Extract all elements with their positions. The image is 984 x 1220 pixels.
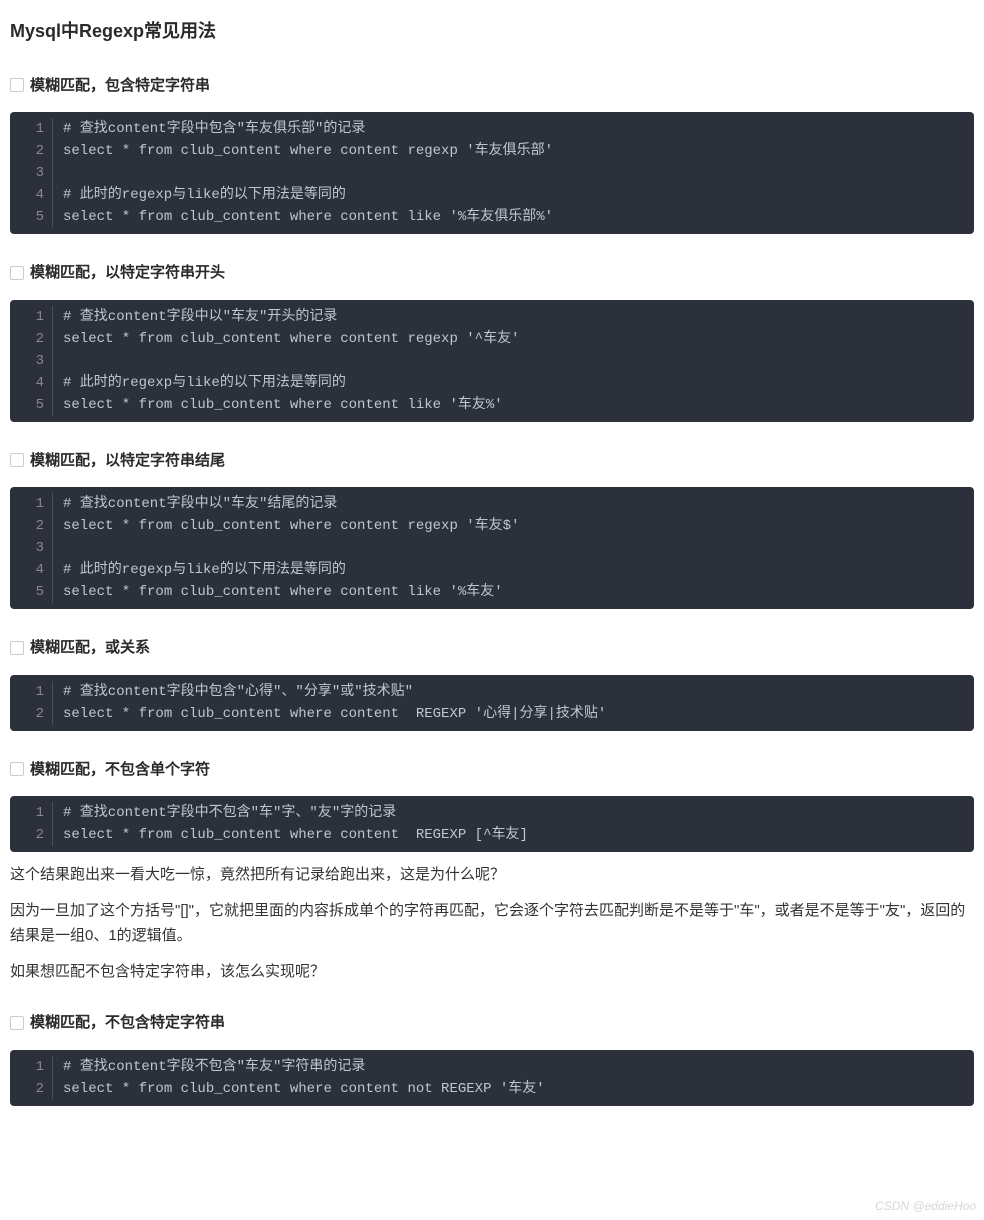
line-number: 2: [10, 703, 53, 725]
line-number: 1: [10, 306, 53, 328]
code-text: # 查找content字段中包含"车友俱乐部"的记录: [53, 118, 365, 140]
code-line: 2select * from club_content where conten…: [10, 328, 974, 350]
line-number: 1: [10, 802, 53, 824]
line-number: 3: [10, 162, 53, 184]
code-block: 1# 查找content字段中包含"车友俱乐部"的记录2select * fro…: [10, 112, 974, 234]
section-heading-label: 模糊匹配，不包含单个字符: [30, 757, 210, 783]
code-line: 4# 此时的regexp与like的以下用法是等同的: [10, 559, 974, 581]
code-block: 1# 查找content字段中以"车友"结尾的记录2select * from …: [10, 487, 974, 609]
code-text: # 此时的regexp与like的以下用法是等同的: [53, 372, 346, 394]
section-heading: 模糊匹配，或关系: [10, 635, 974, 661]
line-number: 1: [10, 681, 53, 703]
line-number: 1: [10, 1056, 53, 1078]
code-text: [53, 350, 63, 372]
code-text: # 查找content字段中以"车友"结尾的记录: [53, 493, 337, 515]
code-text: [53, 537, 63, 559]
body-paragraph: 因为一旦加了这个方括号"[]"，它就把里面的内容拆成单个的字符再匹配，它会逐个字…: [10, 898, 974, 949]
code-line: 1# 查找content字段不包含"车友"字符串的记录: [10, 1050, 974, 1078]
line-number: 2: [10, 328, 53, 350]
section-heading: 模糊匹配，以特定字符串开头: [10, 260, 974, 286]
line-number: 3: [10, 537, 53, 559]
line-number: 1: [10, 493, 53, 515]
code-line: 2select * from club_content where conten…: [10, 703, 974, 731]
line-number: 5: [10, 206, 53, 228]
code-line: 5select * from club_content where conten…: [10, 394, 974, 422]
line-number: 3: [10, 350, 53, 372]
code-line: 2select * from club_content where conten…: [10, 140, 974, 162]
body-paragraph: 如果想匹配不包含特定字符串，该怎么实现呢？: [10, 959, 974, 985]
checkbox-icon[interactable]: [10, 453, 24, 467]
section-heading-label: 模糊匹配，或关系: [30, 635, 150, 661]
line-number: 4: [10, 184, 53, 206]
section-heading: 模糊匹配，不包含单个字符: [10, 757, 974, 783]
checkbox-icon[interactable]: [10, 762, 24, 776]
checkbox-icon[interactable]: [10, 266, 24, 280]
code-line: 2select * from club_content where conten…: [10, 1078, 974, 1106]
watermark: CSDN @eddieHoo: [875, 1196, 976, 1216]
checkbox-icon[interactable]: [10, 641, 24, 655]
code-text: # 查找content字段中以"车友"开头的记录: [53, 306, 337, 328]
code-line: 1# 查找content字段中包含"车友俱乐部"的记录: [10, 112, 974, 140]
code-text: [53, 162, 63, 184]
line-number: 4: [10, 372, 53, 394]
section-heading-label: 模糊匹配，以特定字符串结尾: [30, 448, 225, 474]
checkbox-icon[interactable]: [10, 78, 24, 92]
section-heading: 模糊匹配，不包含特定字符串: [10, 1010, 974, 1036]
code-line: 1# 查找content字段中不包含"车"字、"友"字的记录: [10, 796, 974, 824]
code-text: select * from club_content where content…: [53, 328, 519, 350]
code-block: 1# 查找content字段不包含"车友"字符串的记录2select * fro…: [10, 1050, 974, 1106]
code-line: 1# 查找content字段中包含"心得"、"分享"或"技术贴": [10, 675, 974, 703]
code-text: # 此时的regexp与like的以下用法是等同的: [53, 559, 346, 581]
code-line: 4# 此时的regexp与like的以下用法是等同的: [10, 184, 974, 206]
section-heading: 模糊匹配，包含特定字符串: [10, 73, 974, 99]
line-number: 5: [10, 394, 53, 416]
code-text: select * from club_content where content…: [53, 1078, 545, 1100]
code-line: 3: [10, 350, 974, 372]
code-text: # 查找content字段中包含"心得"、"分享"或"技术贴": [53, 681, 413, 703]
code-line: 1# 查找content字段中以"车友"开头的记录: [10, 300, 974, 328]
line-number: 2: [10, 140, 53, 162]
code-text: select * from club_content where content…: [53, 140, 553, 162]
code-text: select * from club_content where content…: [53, 824, 528, 846]
checkbox-icon[interactable]: [10, 1016, 24, 1030]
line-number: 5: [10, 581, 53, 603]
code-text: # 此时的regexp与like的以下用法是等同的: [53, 184, 346, 206]
code-line: 5select * from club_content where conten…: [10, 206, 974, 234]
section-heading-label: 模糊匹配，不包含特定字符串: [30, 1010, 225, 1036]
line-number: 1: [10, 118, 53, 140]
code-text: select * from club_content where content…: [53, 581, 503, 603]
code-block: 1# 查找content字段中不包含"车"字、"友"字的记录2select * …: [10, 796, 974, 852]
line-number: 2: [10, 515, 53, 537]
code-text: # 查找content字段中不包含"车"字、"友"字的记录: [53, 802, 396, 824]
code-text: select * from club_content where content…: [53, 206, 553, 228]
code-line: 5select * from club_content where conten…: [10, 581, 974, 609]
line-number: 2: [10, 1078, 53, 1100]
code-text: select * from club_content where content…: [53, 394, 503, 416]
code-line: 1# 查找content字段中以"车友"结尾的记录: [10, 487, 974, 515]
code-text: select * from club_content where content…: [53, 703, 606, 725]
code-line: 3: [10, 537, 974, 559]
section-heading-label: 模糊匹配，以特定字符串开头: [30, 260, 225, 286]
line-number: 2: [10, 824, 53, 846]
page-title: Mysql中Regexp常见用法: [10, 16, 974, 47]
code-line: 2select * from club_content where conten…: [10, 515, 974, 537]
code-text: # 查找content字段不包含"车友"字符串的记录: [53, 1056, 365, 1078]
code-block: 1# 查找content字段中以"车友"开头的记录2select * from …: [10, 300, 974, 422]
section-heading-label: 模糊匹配，包含特定字符串: [30, 73, 210, 99]
section-heading: 模糊匹配，以特定字符串结尾: [10, 448, 974, 474]
code-block: 1# 查找content字段中包含"心得"、"分享"或"技术贴"2select …: [10, 675, 974, 731]
code-text: select * from club_content where content…: [53, 515, 519, 537]
line-number: 4: [10, 559, 53, 581]
body-paragraph: 这个结果跑出来一看大吃一惊，竟然把所有记录给跑出来，这是为什么呢？: [10, 862, 974, 888]
code-line: 2select * from club_content where conten…: [10, 824, 974, 852]
code-line: 4# 此时的regexp与like的以下用法是等同的: [10, 372, 974, 394]
code-line: 3: [10, 162, 974, 184]
